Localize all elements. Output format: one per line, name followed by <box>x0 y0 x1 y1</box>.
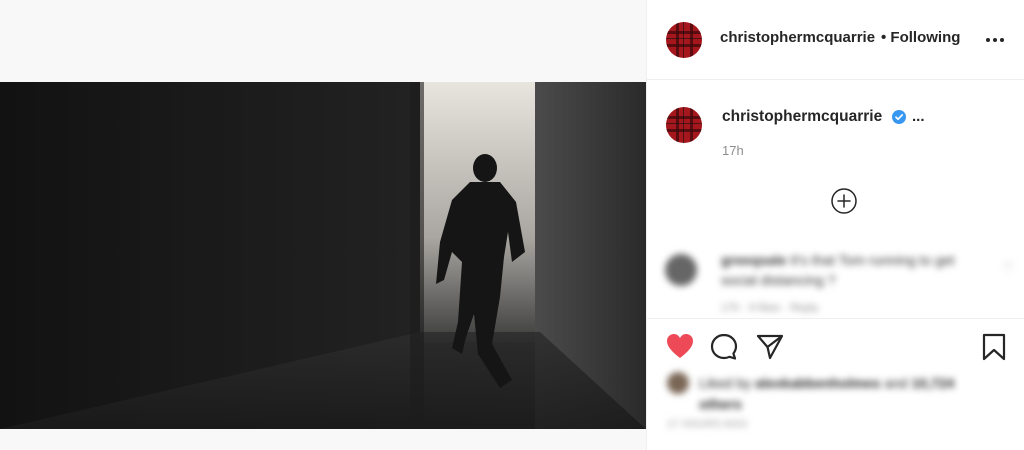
comment-text: greeqsale It's that Tom running to get s… <box>721 250 991 290</box>
likes-prefix: Liked by <box>699 375 752 391</box>
commenter-username[interactable]: greeqsale <box>721 252 786 268</box>
plus-circle-icon[interactable] <box>831 188 857 214</box>
verified-badge-icon <box>892 110 906 124</box>
caption-username[interactable]: christophermcquarrie <box>722 108 882 126</box>
caption-avatar[interactable] <box>666 107 702 143</box>
caption-time: 17h <box>722 143 744 158</box>
commenter-avatar[interactable] <box>665 254 697 286</box>
bookmark-icon[interactable] <box>979 332 1009 362</box>
caption-ellipsis[interactable]: ... <box>912 108 925 125</box>
header-username[interactable]: christophermcquarrie <box>720 29 880 46</box>
media-top-band <box>0 0 646 82</box>
post-side-panel: christophermcquarrie • Following christo… <box>646 0 1024 450</box>
avatar[interactable] <box>666 22 702 58</box>
likes-conj: and <box>884 375 908 391</box>
video-frame-image <box>0 82 646 429</box>
post-header: christophermcquarrie • Following <box>647 0 1024 80</box>
heart-filled-icon[interactable] <box>665 332 695 362</box>
liker-username[interactable]: alexkabbenholmes <box>755 375 880 391</box>
liker-avatar[interactable] <box>667 372 689 394</box>
likes-summary[interactable]: Liked by alexkabbenholmes and 10,724 oth… <box>699 373 999 415</box>
post-date: 17 HOURS AGO <box>667 419 748 430</box>
send-icon[interactable] <box>755 332 785 362</box>
comment-heart-icon[interactable]: ♡ <box>1003 260 1014 274</box>
comment-icon[interactable] <box>709 332 739 362</box>
media-bottom-band <box>0 429 646 450</box>
comment-meta: 17h · 9 likes · Reply <box>721 302 819 314</box>
more-horizontal-icon[interactable] <box>983 28 1007 52</box>
following-status[interactable]: • Following <box>881 29 960 46</box>
post-actions: Liked by alexkabbenholmes and 10,724 oth… <box>647 318 1024 450</box>
post-video[interactable] <box>0 82 646 429</box>
list-item: greeqsale It's that Tom running to get s… <box>653 236 1024 318</box>
